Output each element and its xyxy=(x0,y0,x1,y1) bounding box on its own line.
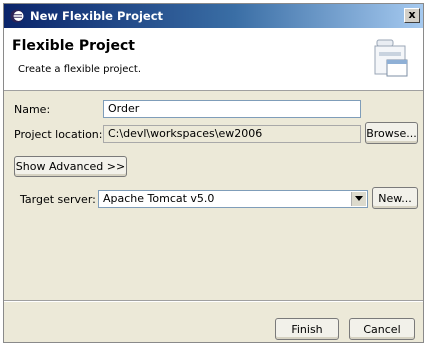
page-title: Flexible Project xyxy=(12,38,135,54)
page-description: Create a flexible project. xyxy=(18,64,142,75)
close-icon: x xyxy=(408,8,416,21)
target-server-label: Target server: xyxy=(20,193,96,206)
name-field-value: Order xyxy=(108,102,140,115)
show-advanced-button[interactable]: Show Advanced >> xyxy=(14,156,127,177)
project-wizard-icon xyxy=(373,38,411,80)
footer-divider xyxy=(4,300,423,302)
eclipse-icon xyxy=(10,9,24,23)
name-label: Name: xyxy=(14,103,51,116)
chevron-down-icon[interactable] xyxy=(351,192,366,206)
window-title: New Flexible Project xyxy=(30,9,164,23)
name-field[interactable]: Order xyxy=(103,100,361,118)
close-button[interactable]: x xyxy=(404,8,420,23)
new-server-button[interactable]: New... xyxy=(372,187,418,209)
new-flexible-project-dialog: New Flexible Project x Flexible Project … xyxy=(3,3,424,343)
cancel-button[interactable]: Cancel xyxy=(349,318,415,340)
project-location-value: C:\devl\workspaces\ew2006 xyxy=(108,127,263,140)
target-server-value: Apache Tomcat v5.0 xyxy=(103,192,215,205)
target-server-select[interactable]: Apache Tomcat v5.0 xyxy=(98,190,368,208)
finish-button[interactable]: Finish xyxy=(275,318,339,340)
project-location-field[interactable]: C:\devl\workspaces\ew2006 xyxy=(103,125,361,143)
wizard-header: Flexible Project Create a flexible proje… xyxy=(4,28,423,91)
title-bar[interactable]: New Flexible Project x xyxy=(4,4,423,28)
browse-button[interactable]: Browse... xyxy=(365,122,418,144)
project-location-label: Project location: xyxy=(14,128,103,141)
